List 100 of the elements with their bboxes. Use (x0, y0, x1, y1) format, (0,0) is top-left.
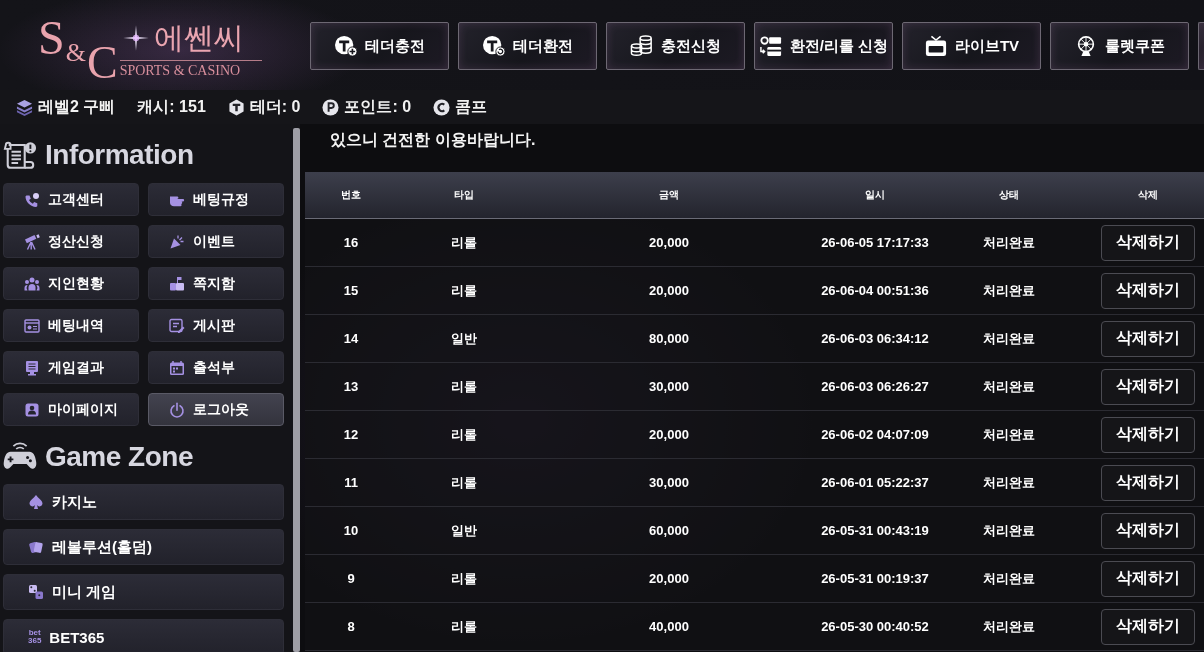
game-button[interactable]: 미니 게임 (3, 574, 284, 610)
gamepad-icon (3, 442, 37, 472)
table-cell: 리롤 (451, 569, 477, 588)
menu-button[interactable]: 마이페이지 (3, 393, 139, 426)
monitor-list-icon (24, 359, 40, 376)
cards-icon (28, 539, 44, 555)
circle-c-icon (433, 98, 451, 116)
table-cell: 26-06-02 04:07:09 (821, 427, 929, 442)
table-cell: 처리완료 (983, 569, 1035, 588)
nav-button[interactable]: 라이브TV (902, 22, 1041, 70)
layers-icon (16, 98, 33, 116)
scroll-alert-icon (3, 140, 37, 170)
table-cell: 10 (343, 523, 359, 538)
menu-button[interactable]: 로그아웃 (148, 393, 284, 426)
table-header-cell-text: 번호 (340, 188, 362, 202)
status-label: 테더: 0 (249, 96, 301, 117)
coin-plus-icon (334, 35, 358, 57)
delete-button[interactable]: 삭제하기 (1101, 368, 1195, 405)
hexagon-icon (227, 98, 245, 116)
table-cell: 처리완료 (983, 425, 1035, 444)
table-cell: 11 (344, 475, 358, 490)
table-cell: 26-06-04 00:51:36 (821, 283, 929, 298)
nav-button[interactable]: 테더환전 (458, 22, 597, 70)
status-label: 레벨2 구삐 (38, 96, 116, 117)
table-cell: 9 (347, 571, 355, 586)
nav-button[interactable]: 룰렛쿠폰 (1050, 22, 1189, 70)
delete-button[interactable]: 삭제하기 (1101, 608, 1195, 645)
table-header-cell-text: 상태 (998, 188, 1020, 202)
table-cell: 13 (343, 379, 359, 394)
menu-button[interactable]: 지인현황 (3, 267, 139, 300)
power-icon (169, 401, 185, 418)
table-cell: 26-05-31 00:19:37 (821, 571, 929, 586)
delete-button[interactable]: 삭제하기 (1101, 416, 1195, 453)
menu-button[interactable]: 게시판 (148, 309, 284, 342)
scrollbar[interactable] (293, 128, 300, 652)
table-cell: 처리완료 (983, 617, 1035, 636)
table-cell: 26-05-31 00:43:19 (821, 523, 929, 538)
menu-button[interactable]: 고객센터 (3, 183, 139, 216)
exchange-icon (758, 35, 783, 57)
delete-button[interactable]: 삭제하기 (1101, 560, 1195, 597)
section-title: Information (45, 139, 194, 171)
table-cell: 리롤 (451, 281, 477, 300)
table-header-cell-text: 삭제 (1137, 188, 1159, 202)
board-edit-icon (169, 317, 185, 334)
menu-button[interactable]: 출석부 (148, 351, 284, 384)
game-button[interactable]: 카지노 (3, 484, 284, 520)
table-cell: 일반 (451, 329, 477, 348)
table-cell: 처리완료 (983, 233, 1035, 252)
delete-button[interactable]: 삭제하기 (1101, 224, 1195, 261)
brand-tagline: SPORTS & CASINO (119, 63, 242, 79)
telescope-icon (24, 233, 40, 250)
nav-button[interactable]: 테더충전 (310, 22, 449, 70)
user-icon (24, 401, 40, 418)
delete-button[interactable]: 삭제하기 (1101, 320, 1195, 357)
table-cell: 16 (343, 235, 359, 250)
table-cell: 20,000 (649, 235, 689, 250)
mailbox-icon (169, 275, 185, 292)
nav-button[interactable]: 충전신청 (606, 22, 745, 70)
table-cell: 리롤 (451, 617, 477, 636)
table-cell: 처리완료 (983, 473, 1035, 492)
delete-button[interactable]: 삭제하기 (1101, 272, 1195, 309)
menu-button[interactable]: 쪽지함 (148, 267, 284, 300)
coin-refresh-icon (482, 35, 506, 57)
delete-button[interactable]: 삭제하기 (1101, 512, 1195, 549)
table-cell: 리롤 (451, 377, 477, 396)
table-cell: 일반 (451, 521, 477, 540)
users-icon (24, 275, 40, 292)
table-cell: 리롤 (451, 233, 477, 252)
notice-text: 있으니 건전한 이용바랍니다. (330, 130, 536, 150)
menu-button[interactable]: 베팅규정 (148, 183, 284, 216)
logo-monogram: S&C (38, 14, 118, 88)
circle-p-icon (322, 98, 340, 116)
tv-icon (923, 35, 948, 57)
table-cell: 처리완료 (983, 377, 1035, 396)
menu-button[interactable]: 베팅내역 (3, 309, 139, 342)
coin-stack-icon (630, 35, 654, 57)
dice-icon (28, 584, 44, 600)
delete-button[interactable]: 삭제하기 (1101, 464, 1195, 501)
nav-button[interactable] (1198, 22, 1204, 70)
brand-name: 에쎈씨 (153, 20, 244, 56)
table-cell: 40,000 (649, 619, 689, 634)
table-cell: 26-06-03 06:26:27 (821, 379, 929, 394)
table-cell: 처리완료 (983, 521, 1035, 540)
table-cell: 60,000 (649, 523, 689, 538)
id-card-icon (24, 317, 40, 334)
menu-button[interactable]: 이벤트 (148, 225, 284, 258)
party-popper-icon (169, 233, 185, 250)
section-title: Game Zone (45, 441, 193, 473)
menu-button[interactable]: 게임결과 (3, 351, 139, 384)
table-header-cell-text: 금액 (658, 188, 680, 202)
table-cell: 26-06-05 17:17:33 (821, 235, 929, 250)
game-button[interactable]: 레볼루션(홀덤) (3, 529, 284, 565)
table-cell: 14 (343, 331, 359, 346)
table-cell: 처리완료 (983, 281, 1035, 300)
menu-button[interactable]: 정산신청 (3, 225, 139, 258)
calendar-icon (169, 359, 185, 376)
table-cell: 15 (343, 283, 359, 298)
status-label: 콤프 (455, 96, 488, 117)
brand-logo: bet 365 (28, 629, 42, 645)
nav-button[interactable]: 환전/리롤 신청 (754, 22, 893, 70)
